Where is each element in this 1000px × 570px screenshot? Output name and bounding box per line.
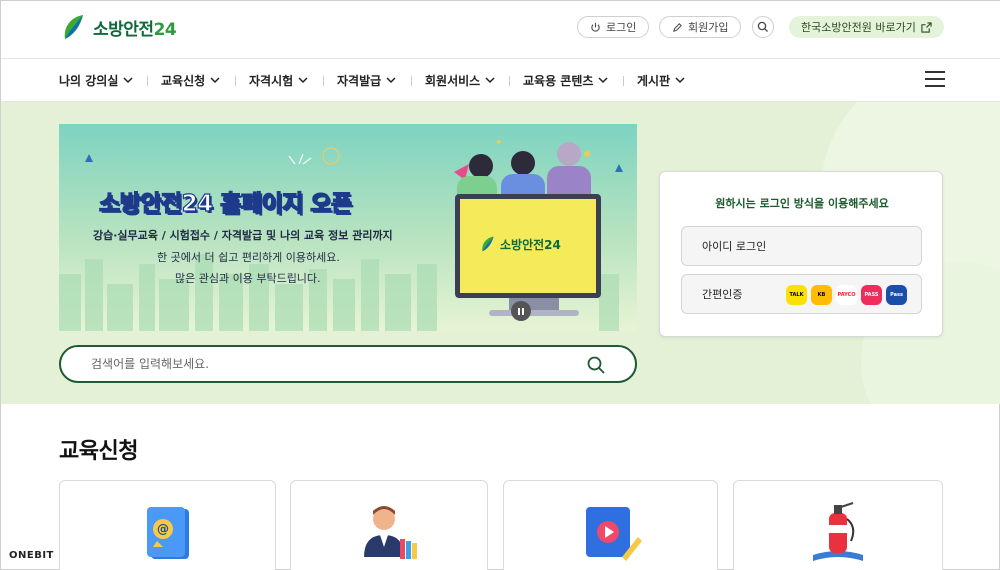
section-title: 교육신청 xyxy=(59,439,138,464)
auth-provider-list: TALK KB PAYCO PASS Pass xyxy=(786,285,907,305)
header-search-button[interactable] xyxy=(752,16,774,38)
monitor-base xyxy=(489,310,579,316)
login-button[interactable]: 로그인 xyxy=(577,16,650,38)
person-illustration xyxy=(557,142,581,166)
banner-title: 소방안전24 홈페이지 오픈 xyxy=(98,190,352,217)
chevron-down-icon xyxy=(386,77,396,84)
education-card[interactable] xyxy=(733,480,943,570)
nav-item-qualification-exam[interactable]: 자격시험 xyxy=(249,72,308,89)
banner-subtitle: 한 곳에서 더 쉽고 편리하게 이용하세요. xyxy=(157,251,340,264)
banner-subtitle: 많은 관심과 이용 부탁드립니다. xyxy=(175,272,321,285)
samsung-pass-icon[interactable]: Pass xyxy=(886,285,907,305)
nav-item-board[interactable]: 게시판 xyxy=(637,72,685,89)
svg-text:@: @ xyxy=(157,522,169,536)
banner-subtitle: 강습·실무교육 / 시험접수 / 자격발급 및 나의 교육 정보 관리까지 xyxy=(93,229,393,242)
nav-label: 게시판 xyxy=(637,74,671,88)
external-link-icon xyxy=(921,21,932,33)
chevron-down-icon xyxy=(485,77,495,84)
banner-pause-button[interactable] xyxy=(511,301,531,321)
nav-label: 회원서비스 xyxy=(425,74,481,88)
kb-icon[interactable]: KB xyxy=(811,285,832,305)
login-options-card: 원하시는 로그인 방식을 이용해주세요 아이디 로그인 간편인증 TALK KB… xyxy=(659,171,943,337)
monitor-brand-text: 소방안전24 xyxy=(500,237,561,252)
education-card[interactable]: @ xyxy=(59,480,276,570)
nav-label: 자격발급 xyxy=(337,74,382,88)
nav-item-qualification-issue[interactable]: 자격발급 xyxy=(337,72,396,89)
search-input[interactable] xyxy=(91,355,571,373)
person-illustration xyxy=(511,151,535,175)
search-icon[interactable] xyxy=(586,355,606,375)
nav-item-education-content[interactable]: 교육용 콘텐츠 xyxy=(523,72,608,89)
site-logo[interactable]: 소방안전24 xyxy=(61,13,177,41)
main-search-bar xyxy=(59,345,637,383)
instructor-icon xyxy=(364,506,417,559)
education-card[interactable] xyxy=(290,480,488,570)
chevron-down-icon xyxy=(675,77,685,84)
nav-divider xyxy=(623,76,624,86)
external-link-label: 한국소방안전원 바로가기 xyxy=(801,21,916,34)
nav-divider xyxy=(509,76,510,86)
chevron-down-icon xyxy=(123,77,133,84)
monitor-illustration: 소방안전24 xyxy=(455,194,601,298)
nav-label: 자격시험 xyxy=(249,74,294,88)
signup-button[interactable]: 회원가입 xyxy=(659,16,742,38)
promo-banner[interactable]: 소방안전24 소방안전24 홈페이지 오픈 강습·실무교육 / 시험접수 / 자… xyxy=(59,124,637,331)
payco-icon[interactable]: PAYCO xyxy=(836,285,857,305)
logo-leaf-icon xyxy=(64,15,83,39)
id-login-label: 아이디 로그인 xyxy=(702,240,767,253)
signup-label: 회원가입 xyxy=(688,21,729,34)
kakao-icon[interactable]: TALK xyxy=(786,285,807,305)
education-card[interactable] xyxy=(503,480,718,570)
hero-section: 소방안전24 소방안전24 홈페이지 오픈 강습·실무교육 / 시험접수 / 자… xyxy=(1,102,1000,404)
main-nav: 나의 강의실 교육신청 자격시험 자격발급 회원서비스 교육용 콘텐츠 게시판 xyxy=(1,59,1000,102)
email-book-icon: @ xyxy=(146,507,189,559)
login-label: 로그인 xyxy=(606,21,637,34)
menu-hamburger-icon[interactable] xyxy=(925,71,945,89)
simple-auth-button[interactable]: 간편인증 TALK KB PAYCO PASS Pass xyxy=(681,274,922,314)
simple-auth-label: 간편인증 xyxy=(702,288,743,301)
chevron-down-icon xyxy=(210,77,220,84)
pencil-icon xyxy=(672,22,682,32)
search-icon xyxy=(757,21,768,32)
fire-extinguisher-icon xyxy=(813,502,863,561)
external-site-link[interactable]: 한국소방안전원 바로가기 xyxy=(789,16,944,38)
chevron-down-icon xyxy=(298,77,308,84)
chevron-down-icon xyxy=(598,77,608,84)
nav-label: 교육용 콘텐츠 xyxy=(523,74,594,88)
nav-divider xyxy=(411,76,412,86)
nav-item-my-classroom[interactable]: 나의 강의실 xyxy=(59,72,133,89)
power-icon xyxy=(591,22,600,32)
watermark-text: ONEBIT xyxy=(9,550,54,561)
pass-icon[interactable]: PASS xyxy=(861,285,882,305)
login-card-title: 원하시는 로그인 방식을 이용해주세요 xyxy=(715,197,889,210)
id-login-button[interactable]: 아이디 로그인 xyxy=(681,226,922,266)
nav-label: 나의 강의실 xyxy=(59,74,119,88)
logo-text: 소방안전24 xyxy=(93,19,177,40)
logo-leaf-icon xyxy=(482,236,494,252)
nav-divider xyxy=(323,76,324,86)
nav-divider xyxy=(147,76,148,86)
top-header: 소방안전24 로그인 회원가입 한국소방안전원 바로가기 xyxy=(1,1,1000,59)
monitor-logo: 소방안전24 xyxy=(480,235,561,253)
person-illustration xyxy=(469,154,493,178)
nav-label: 교육신청 xyxy=(161,74,206,88)
nav-item-education-apply[interactable]: 교육신청 xyxy=(161,72,220,89)
video-book-icon xyxy=(585,507,642,561)
nav-item-member-service[interactable]: 회원서비스 xyxy=(425,72,495,89)
nav-divider xyxy=(235,76,236,86)
